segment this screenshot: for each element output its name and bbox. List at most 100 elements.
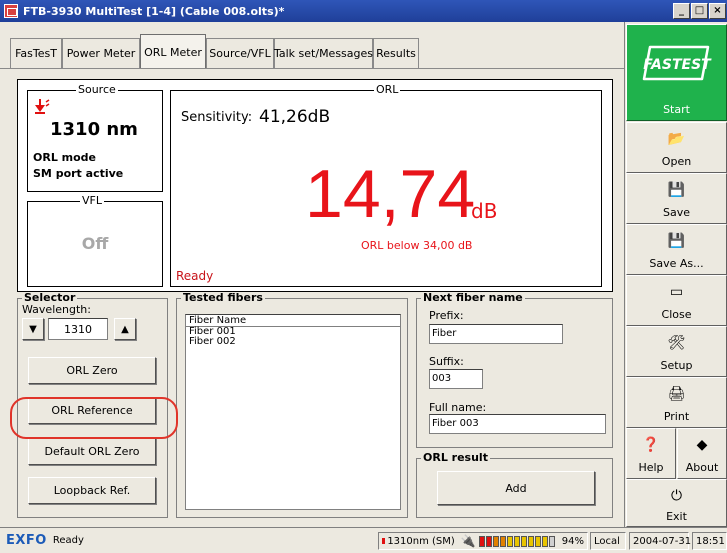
minimize-button[interactable]: _ xyxy=(673,3,690,19)
folder-icon: ▭ xyxy=(669,284,684,300)
command-panel: FASTEST Start 📂 Open 💾 Save 💾 Save As...… xyxy=(624,22,727,527)
battery-segment xyxy=(548,535,555,547)
source-mode: ORL mode xyxy=(33,151,97,164)
orl-result-group: ORL result Add xyxy=(416,452,613,518)
orl-reference-highlight xyxy=(10,397,178,439)
printer-icon: 🖨 xyxy=(667,386,686,402)
tab-source-vfl[interactable]: Source/VFL xyxy=(206,38,274,68)
date-cell: 2004-07-31 xyxy=(629,532,691,550)
add-button[interactable]: Add xyxy=(437,471,595,505)
save-as-label: Save As... xyxy=(649,257,704,270)
battery-segment xyxy=(492,535,499,547)
source-indicator-icon xyxy=(382,538,386,544)
full-name-input[interactable]: Fiber 003 xyxy=(429,414,606,434)
orl-zero-button[interactable]: ORL Zero xyxy=(28,357,156,384)
orl-meter-page: Source 1310 nm ORL mode SM port active V… xyxy=(0,68,624,527)
source-legend: Source xyxy=(76,83,118,97)
vfl-state: Off xyxy=(81,234,109,253)
measurement-panel: Source 1310 nm ORL mode SM port active V… xyxy=(17,79,613,292)
wavelength-label: Wavelength: xyxy=(22,303,91,316)
battery-segment xyxy=(520,535,527,547)
status-bar: EXFO Ready 1310nm (SM) 🔌 94% Local 2004-… xyxy=(0,527,727,553)
help-icon: ❓ xyxy=(642,437,660,453)
floppy-disk-icon: 💾 xyxy=(667,182,686,198)
next-fiber-name-group: Next fiber name Prefix: Fiber Suffix: 00… xyxy=(416,292,613,448)
plug-icon: 🔌 xyxy=(460,534,476,548)
fastest-start-button[interactable]: FASTEST Start xyxy=(626,24,727,121)
orl-threshold-note: ORL below 34,00 dB xyxy=(361,239,473,252)
battery-segment xyxy=(541,535,548,547)
battery-percent: 94% xyxy=(561,535,584,547)
battery-segment xyxy=(485,535,492,547)
prefix-input[interactable]: Fiber xyxy=(429,324,563,344)
close-file-button[interactable]: ▭ Close xyxy=(626,275,727,326)
close-label: Close xyxy=(661,308,692,321)
setup-icon: 🛠 xyxy=(667,335,686,351)
source-indicator: 1310nm (SM) xyxy=(387,535,455,547)
suffix-input[interactable]: 003 xyxy=(429,369,483,389)
power-icon: ⏻ xyxy=(670,488,683,504)
print-button[interactable]: 🖨 Print xyxy=(626,377,727,428)
battery-level-bar xyxy=(478,535,556,547)
tested-fibers-list[interactable]: Fiber Name Fiber 001 Fiber 002 xyxy=(185,314,401,510)
floppy-disk-icon: 💾 xyxy=(667,233,686,249)
window-controls: _ □ × xyxy=(673,3,727,19)
mode-cell: Local xyxy=(590,532,626,550)
tab-results[interactable]: Results xyxy=(373,38,419,68)
default-orl-zero-button[interactable]: Default ORL Zero xyxy=(28,438,156,465)
vfl-legend: VFL xyxy=(80,194,104,208)
window-title-bar: FTB-3930 MultiTest [1-4] (Cable 008.olts… xyxy=(0,0,727,22)
setup-button[interactable]: 🛠 Setup xyxy=(626,326,727,377)
tab-talk-set-messages[interactable]: Talk set/Messages xyxy=(274,38,373,68)
folder-open-icon: 📂 xyxy=(667,131,686,147)
tab-fastest[interactable]: FasTesT xyxy=(10,38,62,68)
fastest-logo-text: FASTEST xyxy=(643,57,712,73)
battery-segment xyxy=(513,535,520,547)
setup-label: Setup xyxy=(660,359,693,372)
battery-segment xyxy=(534,535,541,547)
source-battery-cell: 1310nm (SM) 🔌 94% xyxy=(378,532,588,550)
about-button[interactable]: ◆ About xyxy=(677,428,727,479)
exit-button[interactable]: ⏻ Exit xyxy=(626,479,727,527)
tab-bar: FasTesT Power Meter ORL Meter Source/VFL… xyxy=(0,22,624,69)
next-fiber-legend: Next fiber name xyxy=(421,291,525,304)
list-item[interactable]: Fiber 002 xyxy=(186,337,400,347)
orl-value: 14,74 xyxy=(305,156,476,232)
tested-fibers-group: Tested fibers Fiber Name Fiber 001 Fiber… xyxy=(176,292,408,518)
tab-power-meter[interactable]: Power Meter xyxy=(62,38,140,68)
tab-orl-meter[interactable]: ORL Meter xyxy=(140,34,206,69)
source-group: Source 1310 nm ORL mode SM port active xyxy=(27,83,163,192)
open-button[interactable]: 📂 Open xyxy=(626,122,727,173)
wavelength-field[interactable]: 1310 xyxy=(48,318,108,340)
about-label: About xyxy=(685,461,719,474)
window-title: FTB-3930 MultiTest [1-4] (Cable 008.olts… xyxy=(23,4,285,18)
wavelength-down-button[interactable]: ▼ xyxy=(22,318,44,340)
battery-segment xyxy=(478,535,485,547)
loopback-ref-button[interactable]: Loopback Ref. xyxy=(28,477,156,504)
source-port-status: SM port active xyxy=(33,167,124,180)
help-label: Help xyxy=(638,461,664,474)
full-name-label: Full name: xyxy=(429,401,487,414)
laser-icon xyxy=(35,99,50,114)
save-button[interactable]: 💾 Save xyxy=(626,173,727,224)
tested-fibers-legend: Tested fibers xyxy=(181,291,265,304)
maximize-button[interactable]: □ xyxy=(691,3,708,19)
orl-group: ORL Sensitivity: 41,26dB 14,74 dB ORL be… xyxy=(170,83,602,287)
sensitivity-value: 41,26dB xyxy=(259,107,331,127)
sensitivity-label: Sensitivity: xyxy=(181,110,253,125)
orl-unit: dB xyxy=(471,199,498,223)
start-label: Start xyxy=(663,103,690,116)
app-status: Ready xyxy=(52,535,84,546)
exit-label: Exit xyxy=(666,510,687,523)
battery-segment xyxy=(506,535,513,547)
exfo-logo: EXFO xyxy=(6,533,47,548)
open-label: Open xyxy=(661,155,692,168)
close-window-button[interactable]: × xyxy=(709,3,726,19)
wavelength-up-button[interactable]: ▲ xyxy=(114,318,136,340)
time-cell: 18:51 xyxy=(692,532,727,550)
orl-result-legend: ORL result xyxy=(421,451,490,464)
help-button[interactable]: ❓ Help xyxy=(626,428,676,479)
suffix-label: Suffix: xyxy=(429,355,464,368)
prefix-label: Prefix: xyxy=(429,309,464,322)
save-as-button[interactable]: 💾 Save As... xyxy=(626,224,727,275)
